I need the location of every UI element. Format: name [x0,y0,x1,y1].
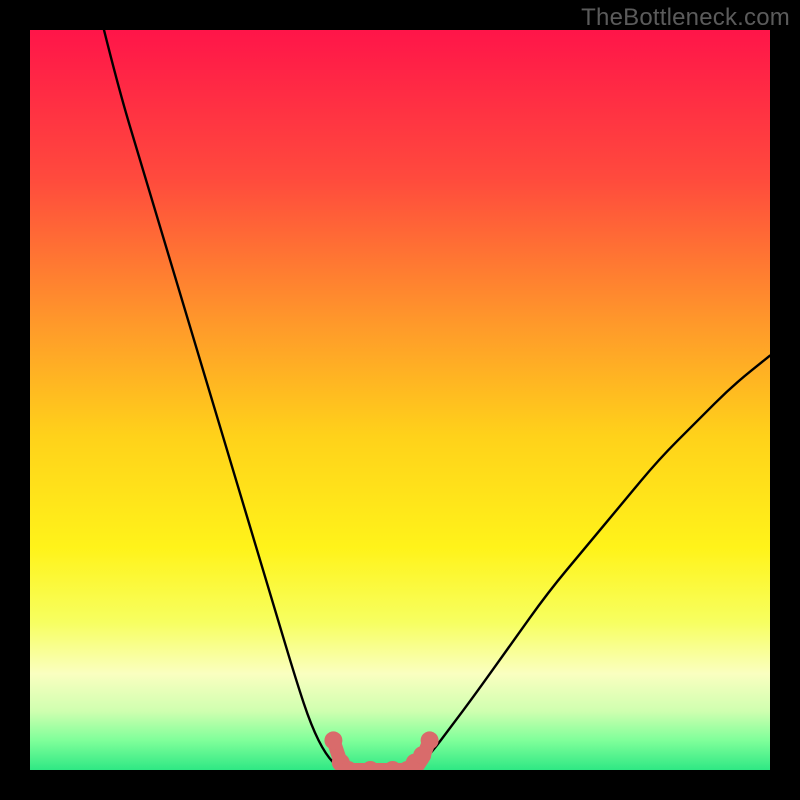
pink-marker [421,731,439,749]
pink-marker [324,731,342,749]
gradient-background [30,30,770,770]
outer-frame: TheBottleneck.com [0,0,800,800]
chart-plot-area [30,30,770,770]
watermark-text: TheBottleneck.com [581,4,790,32]
chart-svg [30,30,770,770]
